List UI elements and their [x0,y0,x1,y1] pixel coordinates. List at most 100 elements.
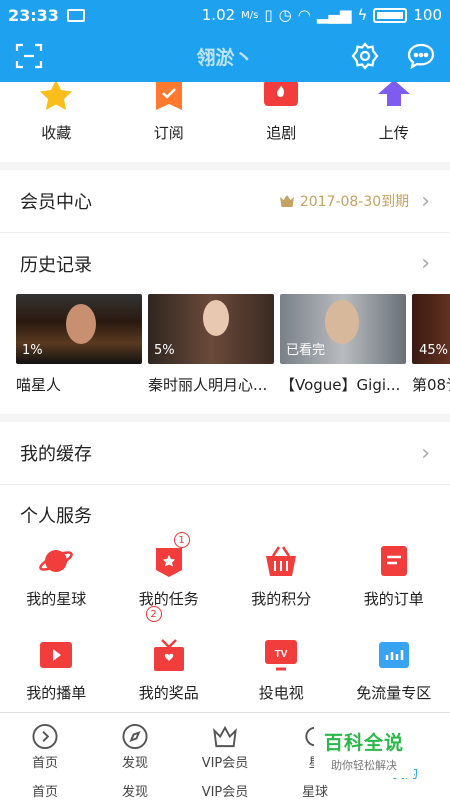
status-right: 1.02 M/s ▯ ◷ ◠ ▂▄▆ ϟ 100 [202,6,442,24]
basket-icon [266,546,297,576]
quick-item-follow-series[interactable]: 追剧 [225,82,338,162]
alarm-icon: ◷ [278,6,292,24]
service-label: 我的订单 [363,590,424,608]
services-title: 个人服务 [0,484,450,544]
service-label: 投电视 [258,684,304,702]
tab-label: VIP会员 [201,756,249,771]
chevron-right-icon: › [421,251,430,276]
gear-icon [351,42,379,70]
history-item[interactable]: 已看完 【Vogue】Gigi... [280,294,406,414]
quick-item-subscribe[interactable]: 订阅 [113,82,226,162]
vip-expire: 2017-08-30到期 › [279,188,430,214]
service-my-tasks[interactable]: 1 2 我的任务 [113,532,226,624]
section-gap [0,414,450,422]
data-free-icon [378,642,409,668]
cache-row[interactable]: 我的缓存 › [0,422,450,484]
service-my-orders[interactable]: 我的订单 [338,544,450,624]
history-progress: 45% [419,343,448,358]
crown-icon [213,725,237,748]
quick-item-label: 追剧 [266,124,297,142]
tab-label-secondary: 发现 [121,785,148,800]
status-bar: 23:33 1.02 M/s ▯ ◷ ◠ ▂▄▆ ϟ 100 [0,0,450,30]
image-notification-icon [66,8,85,22]
tab-vip[interactable]: VIP会员 VIP会员 [180,713,270,800]
history-item[interactable]: 1% 喵星人 [16,294,142,414]
service-my-planet[interactable]: 我的星球 [0,544,113,624]
service-label: 我的播单 [26,684,87,702]
battery-level: 100 [413,6,442,24]
history-item-name: 秦时丽人明月心... [148,376,268,394]
history-item-name: 喵星人 [16,376,62,394]
network-speed-unit: M/s [241,9,259,21]
tab-discover[interactable]: 发现 发现 [90,713,180,800]
history-progress: 1% [22,343,43,358]
history-item-name: 【Vogue】Gigi... [280,376,401,394]
tab-label-secondary: 首页 [31,785,58,800]
subscribe-icon [155,82,182,110]
history-thumbnail: 5% [148,294,274,364]
playlist-icon [40,642,73,668]
service-data-free-zone[interactable]: 免流量专区 [338,638,450,712]
settings-button[interactable] [350,41,380,71]
signal-icon: ▂▄▆ [316,6,352,24]
messages-button[interactable] [406,41,436,71]
watermark-logo: 百科全说 助你轻松解决 [314,722,414,778]
service-label: 我的奖品 [138,684,199,702]
history-section: 历史记录 › 1% 喵星人 5% 秦时丽人明月心... 已看完 【Vogue】G… [0,232,450,414]
quick-item-label: 上传 [378,124,409,142]
service-my-playlist[interactable]: 我的播单 [0,638,113,712]
vip-center-title: 会员中心 [20,192,92,213]
service-label: 免流量专区 [356,684,432,702]
section-gap [0,162,450,170]
scan-button[interactable] [14,41,44,71]
task-badge-secondary: 2 [145,606,162,622]
battery-icon [373,7,408,23]
vip-center-row[interactable]: 会员中心 2017-08-30到期 › [0,170,450,232]
services-grid: 我的星球 1 2 我的任务 我的积分 我的订单 我的播单 我的奖品 TV 投电视… [0,532,450,712]
history-list[interactable]: 1% 喵星人 5% 秦时丽人明月心... 已看完 【Vogue】Gigi... [0,294,450,414]
star-icon [40,82,73,110]
profile-content[interactable]: 收藏 订阅 追剧 上传 会员中心 2017-08-30到期 › 历史记录 › 1… [0,82,450,712]
service-my-prizes[interactable]: 我的奖品 [113,638,226,712]
history-item[interactable]: 45% 第08讠 [412,294,450,414]
history-title: 历史记录 [20,254,92,276]
task-badge: 1 [173,532,190,548]
service-label: 我的任务 [138,590,199,608]
tab-label-secondary: 星球 [301,785,328,800]
service-cast-tv[interactable]: TV 投电视 [225,638,338,712]
tab-label: 发现 [121,756,148,771]
cache-title: 我的缓存 [20,444,92,465]
quick-item-upload[interactable]: 上传 [338,82,450,162]
history-thumbnail: 已看完 [280,294,406,364]
charging-icon: ϟ [357,6,368,24]
chevron-right-icon: › [421,440,430,466]
history-thumbnail: 1% [16,294,142,364]
order-icon [380,546,407,576]
tab-label-secondary: VIP会员 [201,785,249,800]
history-header[interactable]: 历史记录 › [0,232,450,294]
service-label: 我的星球 [26,590,87,608]
tab-home[interactable]: 首页 首页 [0,713,90,800]
profile-header: 翎淤丶 [0,30,450,82]
history-progress: 5% [154,343,175,358]
scan-icon [15,43,43,69]
tv-follow-icon [264,82,299,106]
history-item[interactable]: 5% 秦时丽人明月心... [148,294,274,414]
quick-item-label: 订阅 [153,124,184,142]
gift-icon [153,639,184,671]
task-icon [155,548,182,577]
quick-item-favorites[interactable]: 收藏 [0,82,113,162]
network-speed: 1.02 [201,6,236,24]
history-item-name: 第08讠 [412,376,450,394]
service-my-points[interactable]: 我的积分 [225,544,338,624]
vip-expire-date: 2017-08-30到期 [299,194,410,210]
history-progress: 已看完 [286,343,326,358]
upload-icon [377,82,410,106]
crown-icon [279,195,294,207]
tab-label: 首页 [31,756,58,771]
chat-bubble-icon [407,43,435,70]
compass-icon [122,723,148,750]
chevron-right-icon: › [421,188,430,214]
home-play-icon [32,723,58,750]
service-label: 我的积分 [251,590,312,608]
